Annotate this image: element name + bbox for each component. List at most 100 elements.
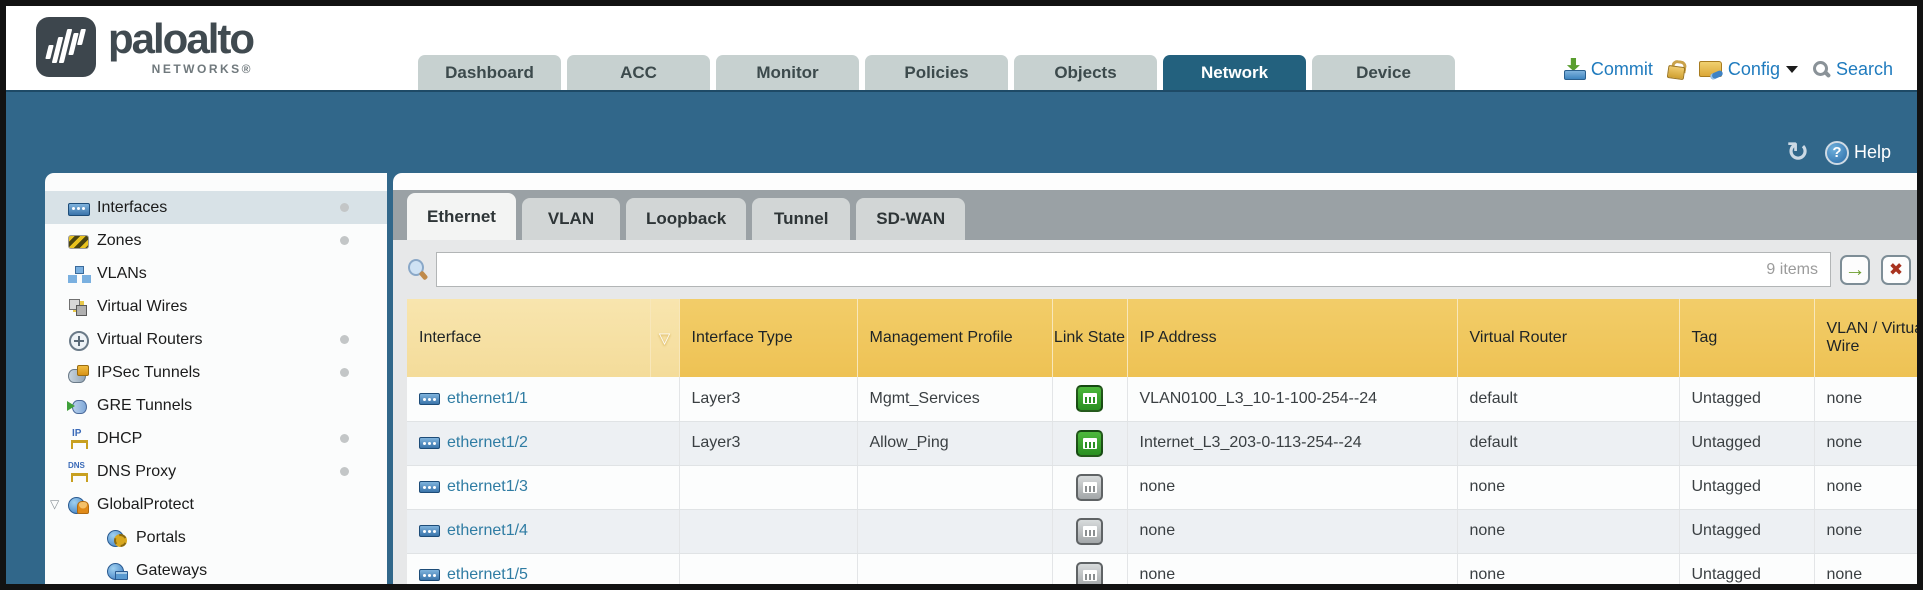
cell-interface-type: Layer3	[679, 421, 857, 465]
main-tab-bar: Dashboard ACC Monitor Policies Objects N…	[418, 55, 1455, 90]
interface-link[interactable]: ethernet1/1	[419, 390, 669, 408]
tab-monitor[interactable]: Monitor	[716, 55, 859, 90]
col-header-interface-type[interactable]: Interface Type	[679, 299, 857, 377]
dns-proxy-icon	[68, 463, 89, 481]
column-menu-button[interactable]	[650, 299, 679, 377]
link-state-down-icon	[1076, 474, 1103, 501]
table-header-row: Interface Interface Type Management Prof…	[407, 299, 1917, 377]
config-label: Config	[1728, 59, 1780, 80]
gateways-icon	[107, 562, 128, 580]
sidebar-item-dhcp[interactable]: DHCP	[45, 422, 387, 455]
interface-link[interactable]: ethernet1/2	[419, 434, 669, 452]
interface-subtabs: Ethernet VLAN Loopback Tunnel SD-WAN	[393, 190, 1917, 240]
cell-vlan: none	[1814, 377, 1917, 421]
interface-link[interactable]: ethernet1/4	[419, 522, 669, 540]
search-icon	[1813, 61, 1830, 78]
search-button[interactable]: Search	[1813, 59, 1893, 80]
status-dot	[340, 434, 349, 443]
refresh-icon[interactable]	[1786, 139, 1809, 166]
sidebar-item-virtual-routers[interactable]: Virtual Routers	[45, 323, 387, 356]
cell-interface-type	[679, 553, 857, 584]
help-label: Help	[1854, 142, 1891, 163]
cell-management-profile	[857, 465, 1052, 509]
sidebar-item-zones[interactable]: Zones	[45, 224, 387, 257]
interface-link[interactable]: ethernet1/5	[419, 566, 669, 584]
sort-down-icon	[659, 330, 671, 347]
paloalto-logo-icon	[36, 17, 96, 77]
config-menu-button[interactable]: Config	[1699, 59, 1798, 80]
apply-arrow-icon	[1845, 259, 1866, 280]
tab-objects[interactable]: Objects	[1014, 55, 1157, 90]
sidebar-item-gateways[interactable]: Gateways	[45, 554, 387, 584]
cell-interface-type	[679, 509, 857, 553]
sidebar-item-ipsec-tunnels[interactable]: IPSec Tunnels	[45, 356, 387, 389]
subtab-sdwan[interactable]: SD-WAN	[856, 198, 965, 240]
tab-acc[interactable]: ACC	[567, 55, 710, 90]
col-header-interface[interactable]: Interface	[407, 299, 650, 377]
tab-dashboard[interactable]: Dashboard	[418, 55, 561, 90]
interface-link[interactable]: ethernet1/3	[419, 478, 669, 496]
clear-filter-button[interactable]	[1881, 255, 1911, 285]
commit-button[interactable]: Commit	[1563, 58, 1653, 80]
ethernet-port-icon	[419, 525, 440, 537]
sidebar-item-globalprotect[interactable]: GlobalProtect	[45, 488, 387, 521]
subtab-ethernet[interactable]: Ethernet	[407, 193, 516, 240]
cell-vlan: none	[1814, 421, 1917, 465]
cell-tag: Untagged	[1679, 421, 1814, 465]
cell-vlan: none	[1814, 553, 1917, 584]
expander-triangle-icon[interactable]	[50, 497, 59, 511]
sidebar-item-interfaces[interactable]: Interfaces	[45, 191, 387, 224]
filter-input[interactable]	[449, 261, 1766, 279]
cell-ip-address: none	[1127, 509, 1457, 553]
cell-ip-address: VLAN0100_L3_10-1-100-254--24	[1127, 377, 1457, 421]
subtab-vlan[interactable]: VLAN	[522, 198, 620, 240]
col-header-management-profile[interactable]: Management Profile	[857, 299, 1052, 377]
top-actions: Commit Config Search	[1563, 58, 1893, 80]
gre-tunnels-icon	[68, 397, 89, 415]
subtab-loopback[interactable]: Loopback	[626, 198, 746, 240]
banner-bar: ? Help	[6, 90, 1917, 173]
cell-management-profile: Allow_Ping	[857, 421, 1052, 465]
cell-virtual-router: default	[1457, 421, 1679, 465]
cell-ip-address: Internet_L3_203-0-113-254--24	[1127, 421, 1457, 465]
dhcp-icon	[68, 430, 89, 448]
sidebar-item-virtual-wires[interactable]: Virtual Wires	[45, 290, 387, 323]
col-header-link-state[interactable]: Link State	[1052, 299, 1127, 377]
interfaces-table: Interface Interface Type Management Prof…	[407, 299, 1917, 584]
sidebar-item-gre-tunnels[interactable]: GRE Tunnels	[45, 389, 387, 422]
tab-network[interactable]: Network	[1163, 55, 1306, 90]
status-dot	[340, 236, 349, 245]
col-header-tag[interactable]: Tag	[1679, 299, 1814, 377]
sidebar-item-portals[interactable]: Portals	[45, 521, 387, 554]
virtual-wires-icon	[68, 298, 89, 316]
apply-filter-button[interactable]	[1840, 255, 1870, 285]
cell-ip-address: none	[1127, 553, 1457, 584]
items-count: 9 items	[1766, 261, 1818, 279]
cell-tag: Untagged	[1679, 465, 1814, 509]
col-header-virtual-router[interactable]: Virtual Router	[1457, 299, 1679, 377]
tab-policies[interactable]: Policies	[865, 55, 1008, 90]
table-row: ethernet1/5 none none Untagged none	[407, 553, 1917, 584]
cell-management-profile	[857, 553, 1052, 584]
cell-virtual-router: default	[1457, 377, 1679, 421]
help-button[interactable]: ? Help	[1825, 141, 1891, 165]
sidebar-item-vlans[interactable]: VLANs	[45, 257, 387, 290]
globalprotect-icon	[68, 496, 89, 514]
cell-ip-address: none	[1127, 465, 1457, 509]
status-dot	[340, 467, 349, 476]
brand-name: paloalto	[108, 17, 253, 61]
sidebar-item-dns-proxy[interactable]: DNS Proxy	[45, 455, 387, 488]
table-row: ethernet1/4 none none Untagged none	[407, 509, 1917, 553]
status-dot	[340, 203, 349, 212]
paloalto-logo: paloalto NETWORKS®	[36, 17, 253, 77]
cell-tag: Untagged	[1679, 509, 1814, 553]
col-header-ip-address[interactable]: IP Address	[1127, 299, 1457, 377]
col-header-vlan-virtual-wire[interactable]: VLAN / Virtual Wire	[1814, 299, 1917, 377]
lock-icon[interactable]	[1667, 58, 1685, 79]
cell-tag: Untagged	[1679, 553, 1814, 584]
zones-icon	[68, 232, 89, 250]
link-state-down-icon	[1076, 518, 1103, 545]
subtab-tunnel[interactable]: Tunnel	[752, 198, 850, 240]
tab-device[interactable]: Device	[1312, 55, 1455, 90]
cell-virtual-router: none	[1457, 553, 1679, 584]
